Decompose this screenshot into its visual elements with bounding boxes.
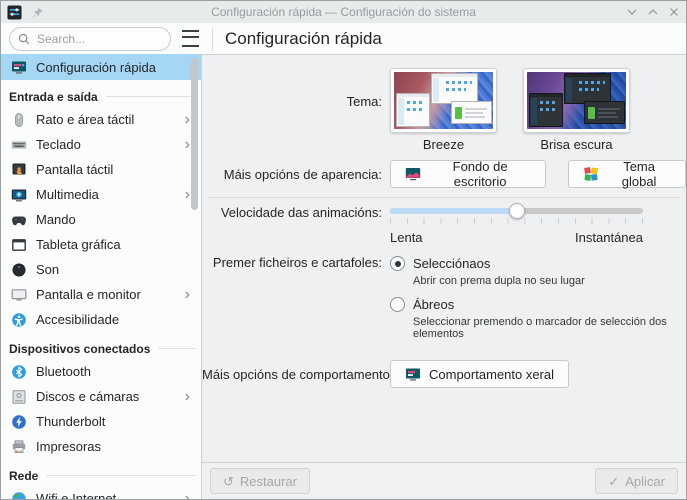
sidebar-section-entrada-e-saida: Entrada e saída: [1, 80, 201, 107]
behavior-row: Máis opcións de comportamento: Comportam…: [202, 360, 686, 388]
monitor-icon: [11, 287, 27, 303]
sidebar-item-teclado[interactable]: Teclado ›: [1, 132, 201, 157]
quick-settings-icon: [406, 368, 420, 381]
radio-select-them-description: Abrir con prema dupla no seu lugar: [413, 275, 585, 287]
theme-preview-brisa-escura[interactable]: [523, 68, 630, 133]
page-title: Configuración rápida: [225, 28, 382, 48]
disks-icon: [11, 389, 27, 405]
sidebar-item-wifi-e-internet[interactable]: Wifi e Internet ›: [1, 486, 201, 499]
chevron-right-icon: ›: [184, 185, 190, 203]
theme-option-brisa-escura[interactable]: Brisa escura: [523, 68, 630, 152]
desktop-wallpaper-button[interactable]: Fondo de escritorio: [390, 159, 547, 189]
tablet-icon: [11, 237, 27, 253]
search-input[interactable]: [9, 26, 171, 51]
multimedia-icon: [11, 187, 27, 203]
radio-select-them[interactable]: Selecciónaos: [390, 255, 686, 272]
theme-name: Breeze: [422, 137, 465, 152]
toolbar: Configuración rápida: [1, 23, 686, 54]
app-icon: [7, 4, 22, 20]
checkmark-icon: ✓: [608, 473, 620, 489]
thunderbolt-icon: [11, 414, 27, 430]
minimize-button[interactable]: [626, 6, 638, 18]
chevron-right-icon: ›: [184, 135, 190, 153]
slider-track[interactable]: [390, 203, 643, 219]
keyboard-icon: [11, 137, 27, 153]
system-settings-window: Configuración rápida — Configuración do …: [0, 0, 687, 500]
titlebar[interactable]: Configuración rápida — Configuración do …: [1, 1, 686, 23]
chevron-right-icon: ›: [184, 285, 190, 303]
global-theme-button[interactable]: Tema global: [568, 159, 686, 189]
sidebar-item-rato[interactable]: Rato e área táctil ›: [1, 107, 201, 132]
slider-max-label: Instantánea: [575, 230, 643, 245]
general-behavior-button[interactable]: Comportamento xeral: [390, 360, 569, 388]
radio-button-icon[interactable]: [390, 256, 405, 271]
slider-min-label: Lenta: [390, 230, 423, 245]
click-behavior-row: Premer ficheiros e cartafoles: Selección…: [202, 255, 686, 349]
sidebar-item-discos-e-camaras[interactable]: Discos e cámaras ›: [1, 384, 201, 409]
sidebar: Configuración rápida Entrada e saída Rat…: [1, 54, 201, 499]
theme-label: Tema:: [346, 94, 382, 109]
menu-button[interactable]: [182, 30, 199, 47]
footer-bar: ↺ Restaurar ✓ Aplicar: [202, 462, 686, 499]
bluetooth-icon: [11, 364, 27, 380]
radio-open-them[interactable]: Ábreos: [390, 296, 686, 313]
theme-row: Tema: Breeze Brisa escura: [202, 68, 686, 152]
search-icon: [17, 32, 31, 46]
sidebar-item-son[interactable]: Son: [1, 257, 201, 282]
sidebar-item-bluetooth[interactable]: Bluetooth: [1, 359, 201, 384]
maximize-button[interactable]: [647, 6, 659, 18]
sidebar-item-pantalla-e-monitor[interactable]: Pantalla e monitor ›: [1, 282, 201, 307]
touchscreen-icon: [11, 162, 27, 178]
sidebar-item-tableta-grafica[interactable]: Tableta gráfica: [1, 232, 201, 257]
animation-speed-slider[interactable]: Lenta Instantánea: [390, 203, 643, 245]
slider-handle[interactable]: [508, 203, 525, 219]
gamepad-icon: [11, 212, 27, 228]
desktop-wallpaper-icon: [405, 168, 421, 181]
appearance-label: Máis opcións de aparencia:: [223, 166, 382, 182]
slider-fill: [390, 208, 517, 214]
animation-speed-row: Velocidade das animacións: Lenta Instant…: [202, 203, 686, 245]
theme-option-breeze[interactable]: Breeze: [390, 68, 497, 152]
toolbar-separator: [212, 26, 213, 51]
close-button[interactable]: [668, 6, 680, 18]
appearance-row: Máis opcións de aparencia: Fondo de escr…: [202, 159, 686, 189]
undo-icon: ↺: [223, 473, 234, 489]
theme-preview-breeze[interactable]: [390, 68, 497, 133]
pin-icon[interactable]: [31, 6, 44, 19]
click-behavior-label: Premer ficheiros e cartafoles:: [212, 255, 382, 270]
printer-icon: [11, 439, 27, 455]
mouse-icon: [11, 112, 27, 128]
window-title: Configuración rápida — Configuración do …: [211, 5, 476, 19]
sidebar-item-accesibilidade[interactable]: Accesibilidade: [1, 307, 201, 332]
accessibility-icon: [11, 312, 27, 328]
radio-button-icon[interactable]: [390, 297, 405, 312]
behavior-label: Máis opcións de comportamento:: [202, 366, 394, 382]
sidebar-item-multimedia[interactable]: Multimedia ›: [1, 182, 201, 207]
chevron-right-icon: ›: [184, 387, 190, 405]
sound-icon: [11, 262, 27, 278]
chevron-right-icon: ›: [184, 110, 190, 128]
theme-name: Brisa escura: [540, 137, 613, 152]
sidebar-scrollbar[interactable]: [191, 58, 198, 210]
sidebar-item-impresoras[interactable]: Impresoras: [1, 434, 201, 459]
global-theme-icon: [584, 167, 599, 181]
sidebar-item-thunderbolt[interactable]: Thunderbolt: [1, 409, 201, 434]
chevron-right-icon: ›: [184, 489, 190, 499]
sidebar-section-rede: Rede: [1, 459, 201, 486]
sidebar-item-mando[interactable]: Mando: [1, 207, 201, 232]
quick-settings-icon: [11, 59, 27, 75]
sidebar-item-configuracion-rapida[interactable]: Configuración rápida: [1, 54, 201, 80]
sidebar-item-pantalla-tactil[interactable]: Pantalla táctil: [1, 157, 201, 182]
radio-open-them-description: Seleccionar premendo o marcador de selec…: [413, 316, 667, 340]
restore-button[interactable]: ↺ Restaurar: [210, 468, 310, 494]
main-content: Tema: Breeze Brisa escura Máis opcións d…: [201, 54, 686, 499]
section-separator: [208, 197, 680, 198]
globe-icon: [11, 491, 27, 499]
apply-button[interactable]: ✓ Aplicar: [595, 468, 678, 494]
animation-speed-label: Velocidade das animacións:: [220, 205, 382, 220]
sidebar-section-dispositivos-conectados: Dispositivos conectados: [1, 332, 201, 359]
